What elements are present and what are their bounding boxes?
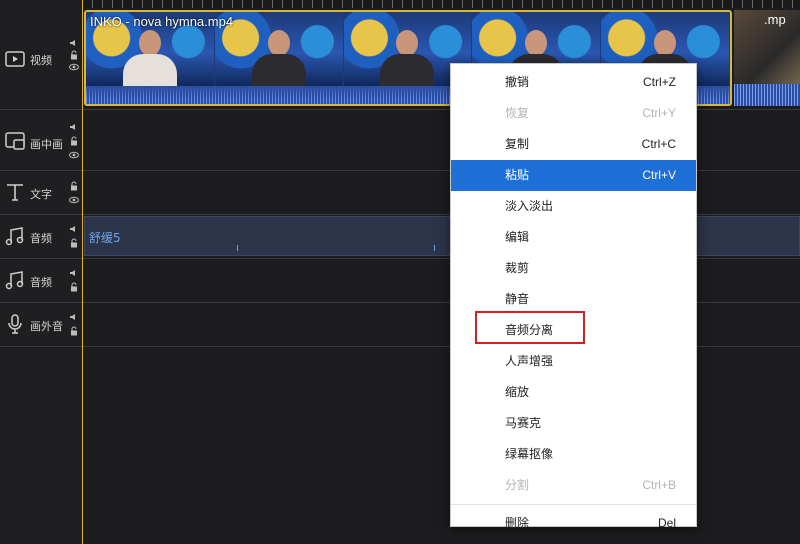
audio-marker	[434, 245, 435, 251]
speaker-icon[interactable]	[69, 224, 79, 234]
menu-item-zoom[interactable]: 缩放	[451, 377, 696, 408]
lock-icon[interactable]	[69, 282, 79, 292]
menu-item-redo: 恢复 Ctrl+Y	[505, 106, 676, 120]
voiceover-track-header: 画外音	[0, 303, 82, 346]
video-clip-next[interactable]: .mp	[734, 10, 800, 106]
menu-separator	[451, 504, 696, 505]
eye-icon[interactable]	[69, 62, 79, 72]
menu-item-split: 分割 Ctrl+B	[505, 478, 676, 492]
thumbnail-frame	[214, 12, 344, 86]
clip-title: INKO - nova hymna.mp4	[90, 14, 234, 29]
lock-icon[interactable]	[69, 50, 79, 60]
audio-marker	[237, 245, 238, 251]
microphone-icon	[4, 313, 26, 335]
clip-audio-waveform	[734, 84, 800, 106]
menu-item-delete[interactable]: 删除 Del	[451, 508, 696, 539]
lock-icon[interactable]	[69, 238, 79, 248]
speaker-icon[interactable]	[69, 38, 79, 48]
menu-item-crop[interactable]: 裁剪	[451, 253, 696, 284]
context-menu: 撤销 Ctrl+Z 恢复 Ctrl+Y 复制 Ctrl+C 粘贴 Ctrl+V 淡入淡出…	[450, 63, 697, 530]
playhead[interactable]	[82, 0, 83, 544]
speaker-icon[interactable]	[69, 268, 79, 278]
track-label-voiceover: 画外音	[30, 320, 63, 333]
speaker-icon[interactable]	[69, 122, 79, 132]
lock-icon[interactable]	[69, 136, 79, 146]
timeline-ruler[interactable]	[82, 0, 800, 8]
audio-track-header: 音频	[0, 259, 82, 302]
menu-item-voice-enhance[interactable]: 人声增强	[451, 346, 696, 377]
eye-icon[interactable]	[69, 195, 79, 205]
menu-item-fade[interactable]: 淡入淡出	[451, 191, 696, 222]
track-label-video: 视频	[30, 54, 52, 67]
menu-item-edit[interactable]: 编辑	[451, 222, 696, 253]
text-track-header: 文字	[0, 171, 82, 214]
clip-title: .mp	[764, 12, 786, 27]
track-label-pip: 画中画	[30, 138, 63, 151]
video-track-icon	[4, 48, 26, 70]
pip-track-header: 画中画	[0, 110, 82, 170]
audio-track-header: 音频	[0, 215, 82, 258]
audio-track-icon	[4, 225, 26, 247]
menu-item-copy[interactable]: 复制 Ctrl+C	[451, 129, 696, 160]
menu-item-undo[interactable]: 撤销 Ctrl+Z	[451, 67, 696, 98]
audio-clip-name: 舒缓5	[89, 231, 121, 245]
track-label-audio: 音频	[30, 232, 52, 245]
menu-item-chroma-key[interactable]: 绿幕抠像	[451, 439, 696, 470]
annotation-highlight-box	[475, 311, 585, 344]
menu-item-mosaic[interactable]: 马赛克	[451, 408, 696, 439]
menu-item-paste[interactable]: 粘贴 Ctrl+V	[451, 160, 696, 191]
pip-track-icon	[4, 130, 26, 152]
audio-track-icon	[4, 269, 26, 291]
track-label-text: 文字	[30, 188, 52, 201]
track-label-audio: 音频	[30, 276, 52, 289]
video-track-header: 视频	[0, 8, 82, 109]
text-track-icon	[4, 181, 26, 203]
lock-icon[interactable]	[69, 181, 79, 191]
lock-icon[interactable]	[69, 326, 79, 336]
speaker-icon[interactable]	[69, 312, 79, 322]
eye-icon[interactable]	[69, 150, 79, 160]
